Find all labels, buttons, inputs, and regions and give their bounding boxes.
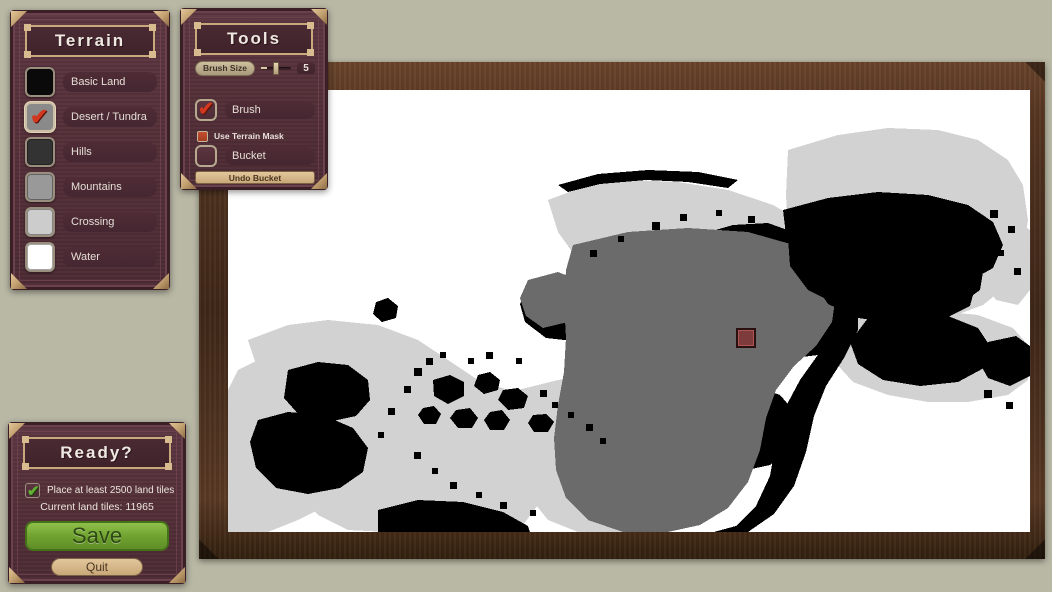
terrain-swatch[interactable]: ✔ xyxy=(25,102,55,132)
ready-panel-title: Ready? xyxy=(22,436,172,470)
terrain-item-label: Mountains xyxy=(63,177,157,197)
terrain-panel: Terrain Basic Land ✔ Desert / Tundra Hil… xyxy=(10,10,170,290)
terrain-swatch[interactable] xyxy=(25,172,55,202)
terrain-mask-checkbox[interactable] xyxy=(197,130,208,142)
brush-size-label: Brush Size xyxy=(195,60,255,76)
slider-minus-icon xyxy=(260,67,267,69)
slider-knob[interactable] xyxy=(272,61,279,75)
requirement-checkbox: ✔ xyxy=(25,483,40,500)
undo-bucket-button[interactable]: Undo Bucket xyxy=(195,171,315,184)
check-icon: ✔ xyxy=(30,104,49,129)
check-icon: ✔ xyxy=(198,99,214,120)
brush-size-row: Brush Size 5 xyxy=(195,59,315,77)
terrain-item-crossing[interactable]: Crossing xyxy=(25,205,157,239)
terrain-swatch[interactable] xyxy=(25,242,55,272)
terrain-swatch[interactable] xyxy=(25,67,55,97)
bucket-label: Bucket xyxy=(225,147,315,165)
current-land-tiles: Current land tiles: 11965 xyxy=(40,501,154,513)
terrain-panel-title: Terrain xyxy=(24,24,156,58)
tools-panel: Tools Brush Size 5 ✔ Brush Use Terrain M… xyxy=(180,8,328,190)
ready-title-text: Ready? xyxy=(60,443,134,462)
terrain-list: Basic Land ✔ Desert / Tundra Hills Mount… xyxy=(25,65,157,275)
requirement-row: ✔ Place at least 2500 land tiles xyxy=(25,483,175,500)
tool-item-brush[interactable]: ✔ Brush xyxy=(195,97,315,123)
tools-panel-title: Tools xyxy=(194,22,314,56)
tools-title-text: Tools xyxy=(226,29,282,48)
tool-item-bucket[interactable]: Bucket xyxy=(195,143,315,169)
map-canvas[interactable] xyxy=(228,90,1030,532)
terrain-item-desert-tundra[interactable]: ✔ Desert / Tundra xyxy=(25,100,157,134)
save-button[interactable]: Save xyxy=(25,521,169,551)
map-terrain xyxy=(228,90,1030,532)
check-icon: ✔ xyxy=(27,483,40,500)
terrain-item-label: Hills xyxy=(63,142,157,162)
terrain-item-label: Basic Land xyxy=(63,72,157,92)
brush-size-slider[interactable] xyxy=(260,61,291,75)
terrain-item-label: Crossing xyxy=(63,212,157,232)
brush-label: Brush xyxy=(225,101,315,119)
terrain-item-label: Desert / Tundra xyxy=(63,107,157,127)
terrain-item-hills[interactable]: Hills xyxy=(25,135,157,169)
terrain-swatch[interactable] xyxy=(25,207,55,237)
terrain-item-basic-land[interactable]: Basic Land xyxy=(25,65,157,99)
terrain-mask-label: Use Terrain Mask xyxy=(214,131,284,141)
bucket-checkbox[interactable] xyxy=(195,145,217,167)
terrain-item-mountains[interactable]: Mountains xyxy=(25,170,157,204)
terrain-swatch[interactable] xyxy=(25,137,55,167)
terrain-title-text: Terrain xyxy=(54,31,126,50)
brush-checkbox[interactable]: ✔ xyxy=(195,99,217,121)
brush-size-value: 5 xyxy=(297,62,315,74)
terrain-item-water[interactable]: Water xyxy=(25,240,157,274)
terrain-item-label: Water xyxy=(63,247,157,267)
ready-panel: Ready? ✔ Place at least 2500 land tiles … xyxy=(8,422,186,584)
terrain-mask-row[interactable]: Use Terrain Mask xyxy=(197,129,315,143)
requirement-label: Place at least 2500 land tiles xyxy=(47,485,175,496)
quit-button[interactable]: Quit xyxy=(51,558,143,576)
